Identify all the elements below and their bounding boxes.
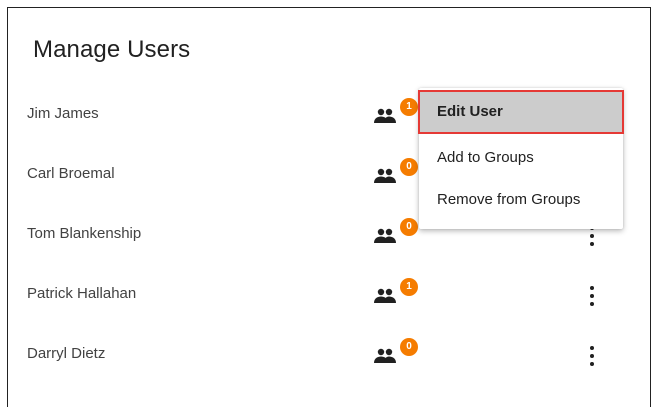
group-icon <box>374 348 396 363</box>
user-context-menu: Edit User Add to Groups Remove from Grou… <box>418 88 624 229</box>
user-name: Tom Blankenship <box>27 225 142 242</box>
menu-item-remove-from-groups[interactable]: Remove from Groups <box>419 179 623 221</box>
user-row: Patrick Hallahan 1 <box>8 264 650 324</box>
user-name: Jim James <box>27 105 99 122</box>
user-groups-button[interactable]: 0 <box>369 338 418 374</box>
group-count-badge: 1 <box>400 98 418 116</box>
group-count-badge: 0 <box>400 218 418 236</box>
page-title: Manage Users <box>33 36 191 63</box>
group-icon <box>374 168 396 183</box>
group-count-badge: 1 <box>400 278 418 296</box>
group-icon <box>374 228 396 243</box>
user-name: Patrick Hallahan <box>27 285 137 302</box>
group-icon <box>374 108 396 123</box>
user-name: Carl Broemal <box>27 165 115 182</box>
user-groups-button[interactable]: 1 <box>369 98 418 134</box>
group-count-badge: 0 <box>400 338 418 356</box>
more-vertical-icon[interactable] <box>582 344 602 368</box>
group-icon <box>374 288 396 303</box>
user-row: Darryl Dietz 0 <box>8 324 650 384</box>
group-count-badge: 0 <box>400 158 418 176</box>
user-groups-button[interactable]: 1 <box>369 278 418 314</box>
more-vertical-icon[interactable] <box>582 284 602 308</box>
user-groups-button[interactable]: 0 <box>369 158 418 194</box>
user-groups-button[interactable]: 0 <box>369 218 418 254</box>
menu-item-add-to-groups[interactable]: Add to Groups <box>419 137 623 179</box>
user-name: Darryl Dietz <box>27 345 106 362</box>
menu-item-edit-user[interactable]: Edit User <box>418 90 624 134</box>
